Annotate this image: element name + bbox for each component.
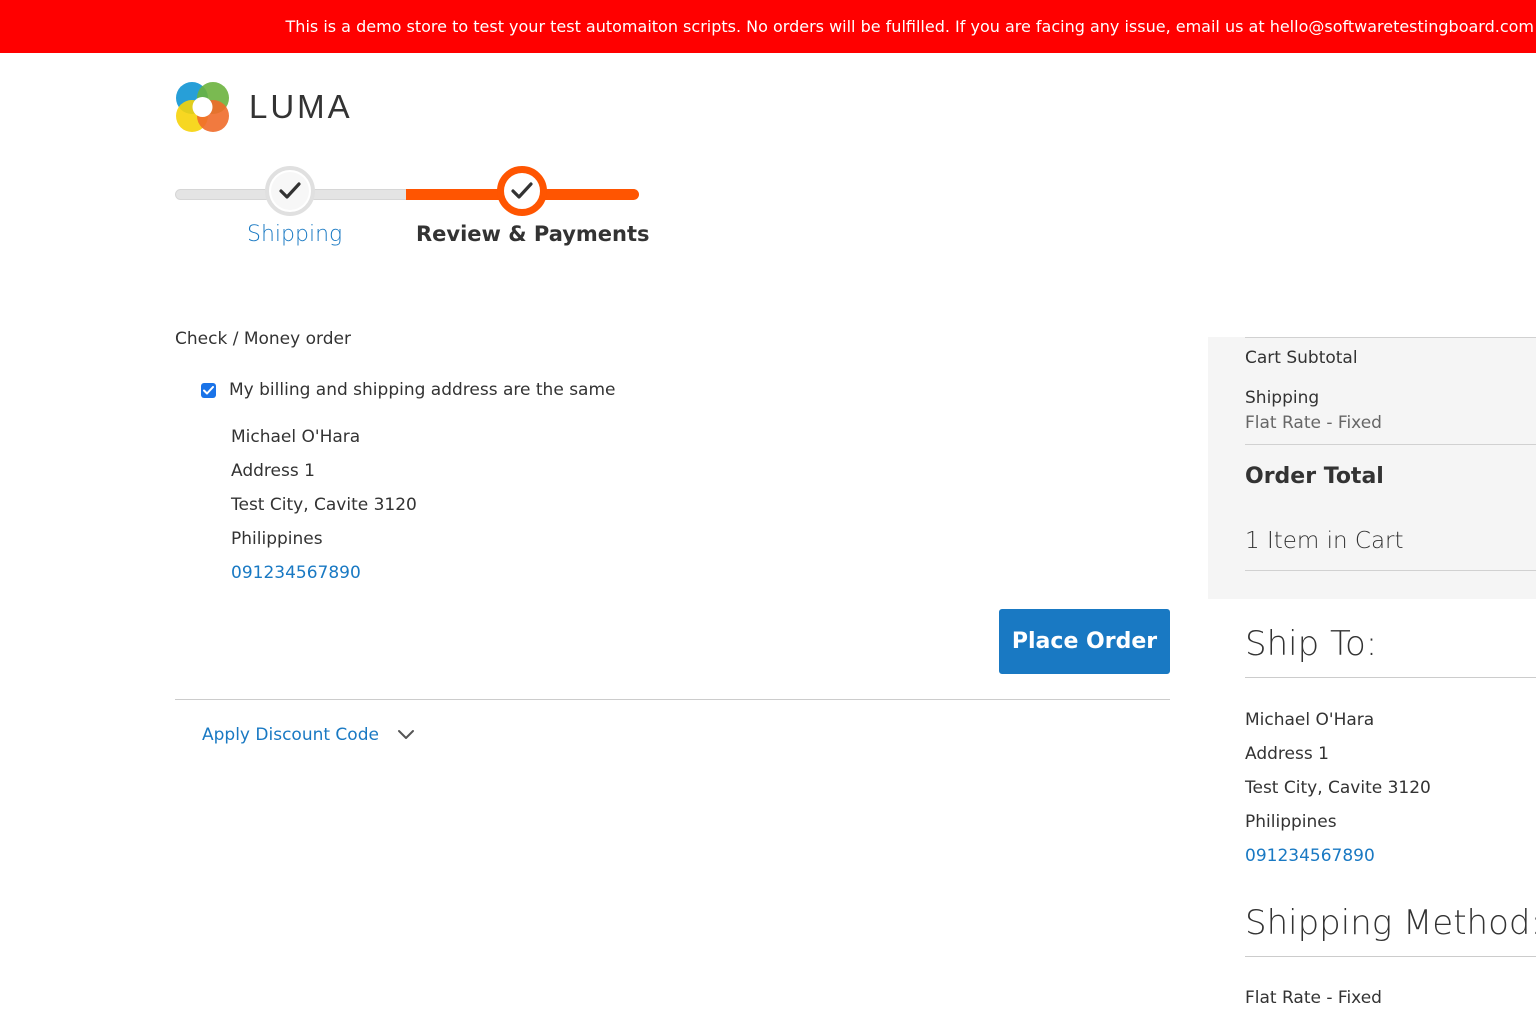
billing-same-toggle[interactable]: My billing and shipping address are the …: [201, 380, 615, 400]
billing-phone-link[interactable]: 091234567890: [231, 556, 417, 590]
billing-same-checkbox[interactable]: [201, 382, 216, 398]
items-in-cart-toggle[interactable]: 1 Item in Cart: [1245, 528, 1404, 554]
billing-city: Test City, Cavite 3120: [231, 495, 417, 515]
ship-to-section: Ship To: Michael O'Hara Address 1 Test C…: [1245, 624, 1536, 873]
order-total-label: Order Total: [1245, 464, 1384, 489]
ship-to-title: Ship To:: [1245, 624, 1378, 664]
shipping-method-title: Shipping Method:: [1245, 903, 1536, 943]
apply-discount-toggle[interactable]: Apply Discount Code: [202, 725, 415, 745]
ship-to-country: Philippines: [1245, 812, 1337, 832]
luma-logo-icon: [176, 82, 229, 132]
billing-country: Philippines: [231, 529, 323, 549]
shipping-method-section: Shipping Method: Flat Rate - Fixed: [1245, 903, 1536, 1015]
ship-to-divider: [1245, 677, 1536, 678]
payment-method-label: Check / Money order: [175, 329, 351, 349]
ship-to-street: Address 1: [1245, 744, 1329, 764]
step-shipping-link[interactable]: Shipping: [247, 222, 342, 247]
billing-same-label[interactable]: My billing and shipping address are the …: [229, 380, 615, 400]
check-icon: [279, 182, 301, 199]
ship-to-address: Michael O'Hara Address 1 Test City, Cavi…: [1245, 703, 1536, 873]
step-review-label: Review & Payments: [416, 222, 650, 246]
cart-subtotal-label: Cart Subtotal: [1245, 348, 1358, 368]
shipping-label: Shipping: [1245, 388, 1320, 408]
summary-divider: [1245, 337, 1536, 338]
logo-text: LUMA: [249, 88, 353, 125]
step-review-marker: [497, 166, 547, 216]
ship-to-city: Test City, Cavite 3120: [1245, 778, 1431, 798]
order-summary: Cart Subtotal Shipping Flat Rate - Fixed…: [1208, 337, 1536, 599]
shipping-method-divider: [1245, 956, 1536, 957]
place-order-button[interactable]: Place Order: [999, 609, 1170, 674]
chevron-down-icon[interactable]: [397, 729, 415, 741]
check-icon: [511, 182, 533, 199]
store-logo[interactable]: LUMA: [175, 80, 353, 134]
payment-method-title: Check / Money order: [175, 329, 351, 351]
shipping-method-sub: Flat Rate - Fixed: [1245, 413, 1382, 433]
banner-text: This is a demo store to test your test a…: [285, 17, 1534, 36]
ship-to-phone-link[interactable]: 091234567890: [1245, 839, 1536, 873]
section-divider: [175, 699, 1170, 700]
billing-street: Address 1: [231, 461, 315, 481]
checkout-progress-bar: Shipping Review & Payments: [175, 164, 650, 254]
apply-discount-label[interactable]: Apply Discount Code: [202, 725, 379, 745]
billing-name: Michael O'Hara: [231, 427, 361, 447]
shipping-method-value: Flat Rate - Fixed: [1245, 988, 1382, 1008]
demo-store-banner: This is a demo store to test your test a…: [0, 0, 1536, 53]
summary-divider: [1245, 570, 1536, 571]
summary-divider: [1245, 444, 1536, 445]
billing-address: Michael O'Hara Address 1 Test City, Cavi…: [231, 420, 417, 590]
checkmark-icon: [203, 385, 214, 394]
ship-to-name: Michael O'Hara: [1245, 710, 1375, 730]
step-shipping-marker[interactable]: [265, 166, 315, 216]
